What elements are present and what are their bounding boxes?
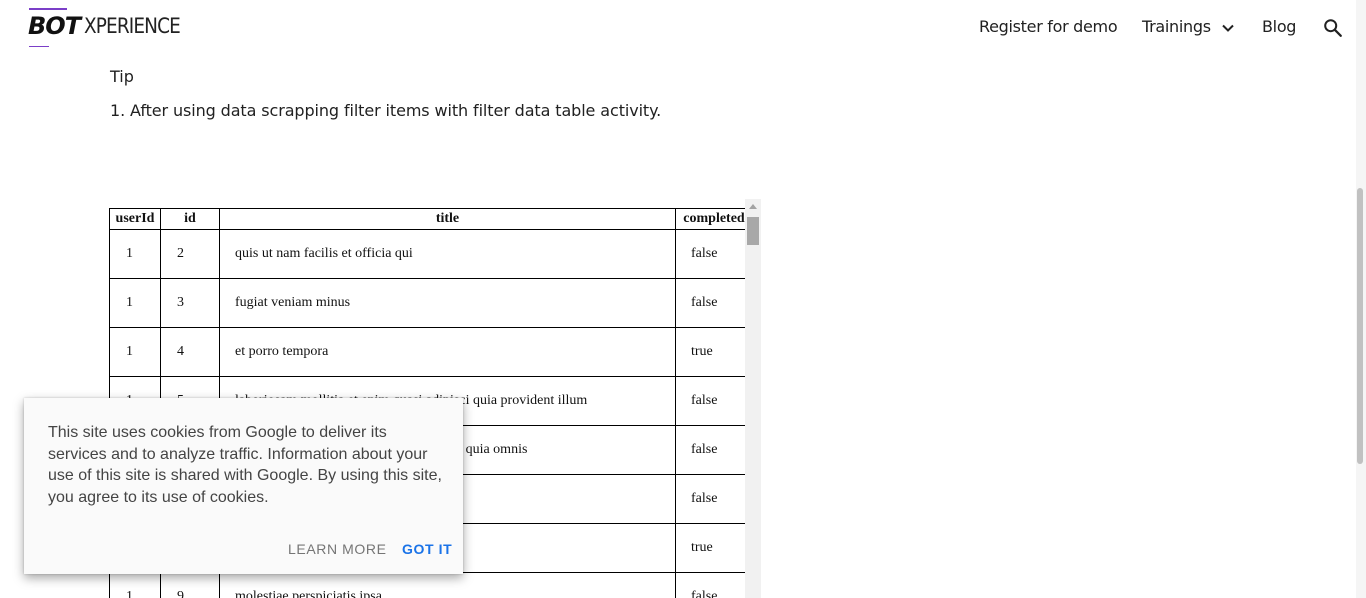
- nav-blog[interactable]: Blog: [1262, 17, 1296, 36]
- cell-completed: false: [675, 278, 753, 328]
- cell-userid: 1: [109, 278, 161, 328]
- got-it-button[interactable]: GOT IT: [402, 541, 452, 557]
- logo-accent-line: [29, 8, 67, 10]
- column-header-userid: userId: [109, 208, 161, 230]
- nav-trainings[interactable]: Trainings: [1142, 17, 1211, 36]
- table-row: 1 4 et porro tempora true: [109, 327, 753, 377]
- cell-id: 2: [160, 229, 220, 279]
- cookie-message: This site uses cookies from Google to de…: [48, 424, 442, 507]
- logo-accent-line-bottom: [29, 46, 49, 47]
- cell-completed: false: [675, 474, 753, 524]
- table-frame-scrollbar[interactable]: [745, 199, 761, 598]
- cell-completed: false: [675, 425, 753, 475]
- page-scroll-thumb[interactable]: [1357, 188, 1363, 464]
- table-row: 1 2 quis ut nam facilis et officia qui f…: [109, 229, 753, 279]
- cell-completed: true: [675, 523, 753, 573]
- cell-completed: true: [675, 327, 753, 377]
- search-icon[interactable]: [1322, 17, 1344, 39]
- learn-more-button[interactable]: LEARN MORE: [288, 541, 387, 557]
- cell-completed: false: [675, 229, 753, 279]
- cell-userid: 1: [109, 229, 161, 279]
- table-frame-scroll-thumb[interactable]: [747, 217, 759, 245]
- cell-id: 3: [160, 278, 220, 328]
- cell-userid: 1: [109, 572, 161, 598]
- cell-title: fugiat veniam minus: [219, 278, 676, 328]
- tip-heading: Tip: [110, 67, 134, 86]
- site-header: BOT XPERIENCE Register for demo Training…: [0, 0, 1356, 56]
- cell-completed: false: [675, 376, 753, 426]
- cookie-consent-dialog: This site uses cookies from Google to de…: [24, 398, 463, 574]
- table-row: 1 9 molestiae perspiciatis ipsa false: [109, 572, 753, 598]
- cell-title: molestiae perspiciatis ipsa: [219, 572, 676, 598]
- logo-text: BOT: [28, 12, 81, 40]
- scroll-up-arrow-icon[interactable]: [749, 204, 757, 209]
- chevron-down-icon[interactable]: [1220, 20, 1236, 36]
- cell-userid: 1: [109, 327, 161, 377]
- column-header-title: title: [219, 208, 676, 230]
- nav-register-for-demo[interactable]: Register for demo: [979, 17, 1118, 36]
- cell-title: et porro tempora: [219, 327, 676, 377]
- site-brand-name[interactable]: XPERIENCE: [84, 14, 181, 38]
- table-header-row: userId id title completed: [109, 208, 753, 230]
- cell-completed: false: [675, 572, 753, 598]
- tip-list-item: 1. After using data scrapping filter ite…: [110, 101, 662, 120]
- table-row: 1 3 fugiat veniam minus false: [109, 278, 753, 328]
- cell-id: 4: [160, 327, 220, 377]
- site-logo[interactable]: BOT: [27, 8, 81, 48]
- column-header-id: id: [160, 208, 220, 230]
- cell-title: quis ut nam facilis et officia qui: [219, 229, 676, 279]
- column-header-completed: completed: [675, 208, 753, 230]
- page-scrollbar[interactable]: [1356, 0, 1366, 598]
- cell-id: 9: [160, 572, 220, 598]
